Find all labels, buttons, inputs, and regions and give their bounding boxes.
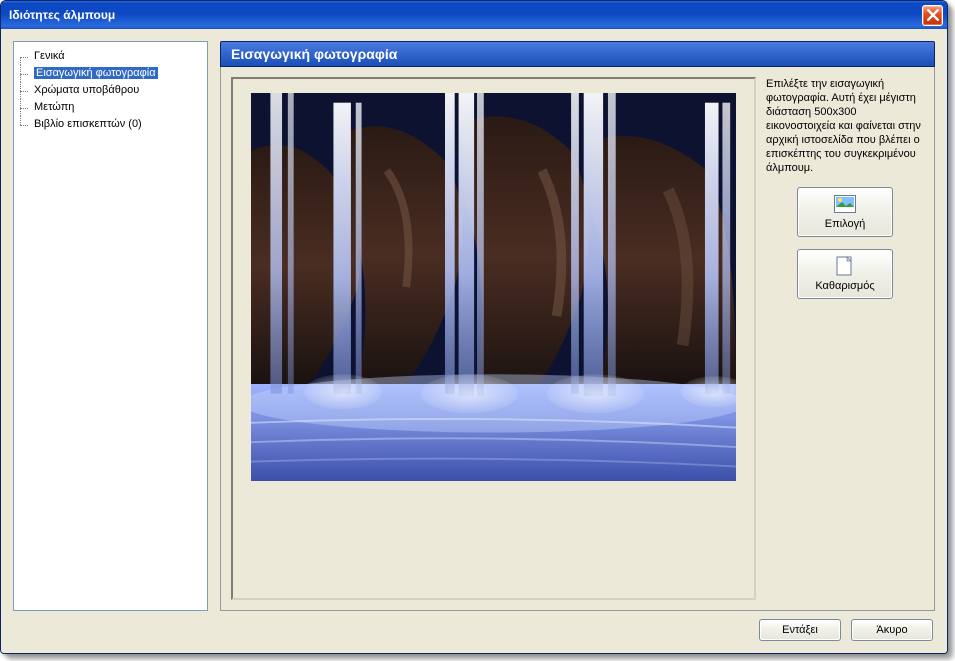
client-area: Γενικά Εισαγωγική φωτογραφία Χρώματα υπο… bbox=[1, 29, 947, 653]
select-button-label: Επιλογή bbox=[825, 218, 865, 230]
ok-button[interactable]: Εντάξει bbox=[759, 619, 841, 641]
nav-item-header[interactable]: Μετώπη bbox=[18, 99, 203, 116]
image-preview-well bbox=[231, 77, 756, 600]
nav-item-label: Εισαγωγική φωτογραφία bbox=[34, 67, 158, 79]
nav-item-intro-photo[interactable]: Εισαγωγική φωτογραφία bbox=[18, 65, 203, 82]
help-text: Επιλέξτε την εισαγωγική φωτογραφία. Αυτή… bbox=[766, 77, 924, 175]
nav-item-label: Χρώματα υποβάθρου bbox=[34, 84, 139, 96]
panel-heading: Εισαγωγική φωτογραφία bbox=[220, 41, 935, 67]
select-button[interactable]: Επιλογή bbox=[797, 187, 893, 237]
close-button[interactable] bbox=[922, 5, 943, 26]
main-panel: Εισαγωγική φωτογραφία bbox=[220, 41, 935, 611]
intro-photo-preview bbox=[251, 93, 736, 481]
nav-item-background-colors[interactable]: Χρώματα υποβάθρου bbox=[18, 82, 203, 99]
nav-item-guestbook[interactable]: Βιβλίο επισκεπτών (0) bbox=[18, 116, 203, 133]
close-icon bbox=[927, 9, 939, 21]
nav-item-label: Γενικά bbox=[34, 50, 65, 62]
image-icon bbox=[833, 194, 857, 214]
footer-buttons: Εντάξει Άκυρο bbox=[759, 619, 933, 641]
cancel-button[interactable]: Άκυρο bbox=[851, 619, 933, 641]
window-title: Ιδιότητες άλμπουμ bbox=[9, 8, 922, 22]
nav-item-label: Μετώπη bbox=[34, 101, 74, 113]
blank-page-icon bbox=[833, 256, 857, 276]
clear-button[interactable]: Καθαρισμός bbox=[797, 249, 893, 299]
side-controls: Επιλέξτε την εισαγωγική φωτογραφία. Αυτή… bbox=[766, 77, 924, 600]
dialog-window: Ιδιότητες άλμπουμ Γενικά Εισαγωγική φωτο… bbox=[0, 0, 948, 654]
clear-button-label: Καθαρισμός bbox=[815, 280, 874, 292]
nav-tree[interactable]: Γενικά Εισαγωγική φωτογραφία Χρώματα υπο… bbox=[13, 41, 208, 611]
nav-item-general[interactable]: Γενικά bbox=[18, 48, 203, 65]
title-bar[interactable]: Ιδιότητες άλμπουμ bbox=[1, 1, 947, 29]
nav-item-label: Βιβλίο επισκεπτών (0) bbox=[34, 118, 142, 130]
